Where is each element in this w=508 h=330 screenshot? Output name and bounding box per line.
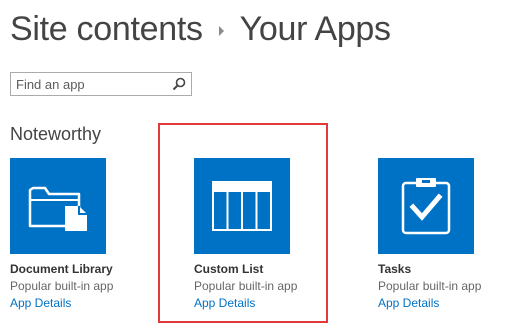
app-tile-document-library[interactable]: Document Library Popular built-in app Ap…: [10, 158, 130, 310]
app-name[interactable]: Document Library: [10, 262, 130, 276]
app-details-link[interactable]: App Details: [10, 296, 130, 310]
app-name[interactable]: Custom List: [194, 262, 314, 276]
search-icon[interactable]: [172, 77, 186, 91]
app-subtitle: Popular built-in app: [194, 279, 298, 293]
app-subtitle: Popular built-in app: [378, 279, 482, 293]
section-title: Noteworthy: [10, 124, 102, 144]
breadcrumb-arrow-icon: [218, 26, 224, 36]
tile-background[interactable]: [10, 158, 106, 254]
breadcrumb-your-apps: Your Apps: [239, 9, 391, 48]
breadcrumb-site-contents[interactable]: Site contents: [10, 10, 203, 49]
app-details-link[interactable]: App Details: [378, 296, 498, 310]
app-tile-custom-list[interactable]: Custom List Popular built-in app App Det…: [194, 158, 314, 310]
tasks-icon: [401, 178, 451, 235]
custom-list-icon: [212, 181, 272, 231]
app-details-link[interactable]: App Details: [194, 296, 314, 310]
app-tile-tasks[interactable]: Tasks Popular built-in app App Details: [378, 158, 498, 310]
tile-background[interactable]: [378, 158, 474, 254]
app-name[interactable]: Tasks: [378, 262, 498, 276]
search-box[interactable]: [10, 72, 192, 96]
tile-background[interactable]: [194, 158, 290, 254]
document-library-icon: [28, 186, 87, 231]
app-subtitle: Popular built-in app: [10, 279, 114, 293]
search-input[interactable]: [11, 73, 161, 95]
page-title: Site contents Your Apps: [10, 6, 391, 52]
